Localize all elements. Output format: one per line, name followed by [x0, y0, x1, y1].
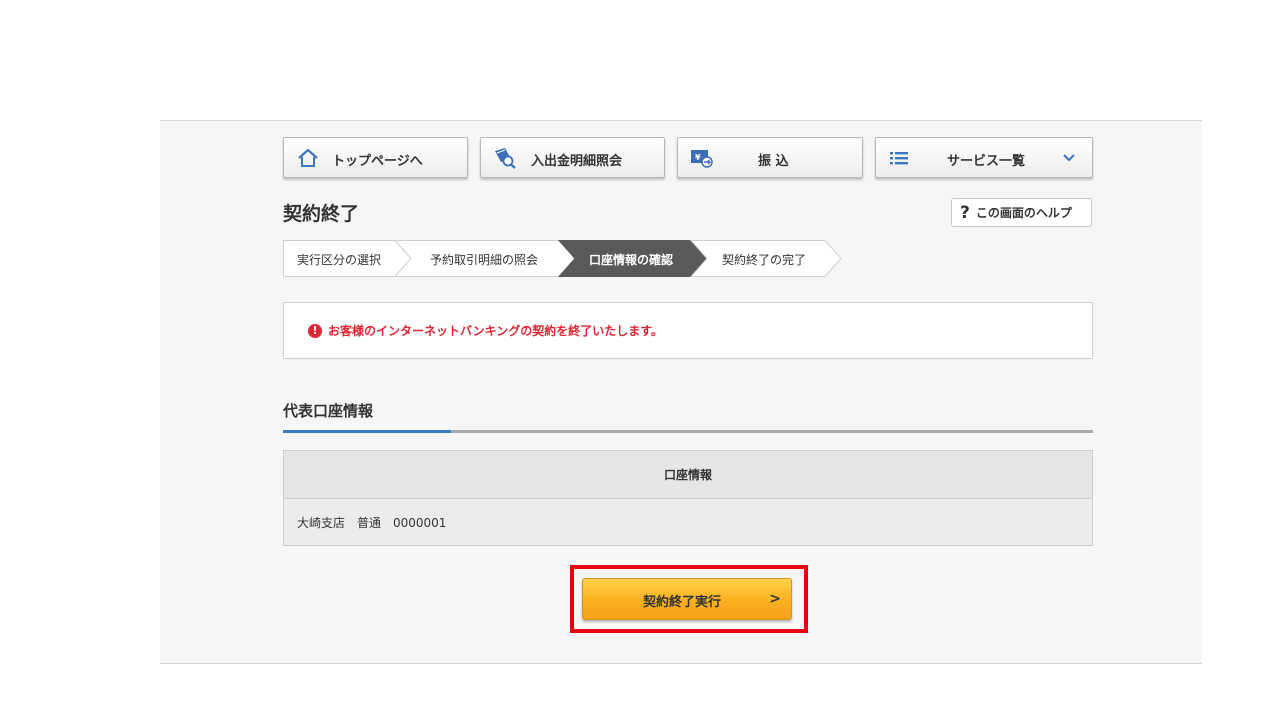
section-divider [283, 430, 1093, 433]
list-icon [890, 152, 908, 165]
help-button[interactable]: ? この画面のヘルプ [951, 198, 1092, 227]
step-2-label: 予約取引明細の照会 [430, 253, 539, 267]
transfer-label: 振 込 [758, 154, 789, 169]
help-icon: ? [960, 202, 970, 223]
section-title: 代表口座情報 [283, 402, 374, 420]
table-header: 口座情報 [283, 450, 1093, 499]
page-title: 契約終了 [283, 203, 360, 225]
statement-inquiry-button[interactable]: 入出金明細照会 [480, 137, 665, 178]
service-list-button[interactable]: サービス一覧 [875, 137, 1093, 178]
table-row: 大崎支店 普通 0000001 [283, 498, 1093, 546]
help-label: この画面のヘルプ [975, 206, 1072, 220]
step-indicator: 実行区分の選択 予約取引明細の照会 口座情報の確認 契約終了の完了 [283, 240, 843, 277]
step-1-label: 実行区分の選択 [297, 253, 382, 267]
transfer-button[interactable]: ¥ 振 込 [677, 137, 863, 178]
svg-text:¥: ¥ [695, 153, 701, 162]
account-table: 口座情報 大崎支店 普通 0000001 [283, 450, 1093, 546]
top-page-label: トップページへ [332, 154, 423, 169]
notice-text: お客様のインターネットバンキングの契約を終了いたします。 [328, 324, 664, 338]
warning-icon: ! [308, 323, 322, 338]
section-divider-accent [283, 430, 451, 433]
execute-termination-label: 契約終了実行 [643, 595, 722, 610]
step-4-label: 契約終了の完了 [722, 253, 807, 267]
home-icon [298, 148, 318, 167]
notice-box: ! お客様のインターネットバンキングの契約を終了いたします。 [283, 302, 1093, 359]
service-list-label: サービス一覧 [947, 154, 1026, 169]
step-3-label: 口座情報の確認 [589, 253, 674, 267]
chevron-right-icon: > [769, 591, 781, 607]
top-page-button[interactable]: トップページへ [283, 137, 468, 178]
statement-search-icon [495, 148, 516, 169]
statement-inquiry-label: 入出金明細照会 [531, 154, 623, 169]
chevron-down-icon [1063, 154, 1075, 162]
account-cell: 大崎支店 普通 0000001 [283, 498, 1093, 546]
transfer-icon: ¥ [691, 150, 713, 168]
table-header-row: 口座情報 [283, 450, 1093, 499]
execute-termination-button[interactable]: 契約終了実行 > [582, 578, 792, 620]
